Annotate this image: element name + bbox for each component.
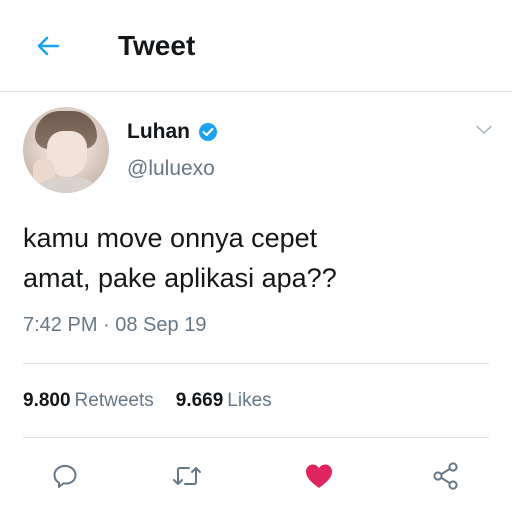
- retweets-count: 9.800: [23, 390, 71, 411]
- top-bar: Tweet: [0, 0, 512, 92]
- avatar[interactable]: [23, 107, 109, 193]
- tweet-text-line: kamu move onnya cepet: [23, 223, 318, 253]
- page-title: Tweet: [118, 30, 196, 61]
- heart-icon: [306, 464, 332, 488]
- tweet-timestamp: 7:42 PM · 08 Sep 19: [23, 314, 207, 336]
- tweet-text: kamu move onnya cepet amat, pake aplikas…: [23, 218, 493, 298]
- author-handle[interactable]: @luluexo: [127, 157, 215, 181]
- reply-icon: [53, 465, 77, 488]
- verified-badge-icon: [198, 122, 218, 142]
- retweets-label: Retweets: [74, 390, 154, 411]
- back-button[interactable]: [30, 28, 66, 64]
- retweet-button[interactable]: [167, 456, 207, 496]
- retweet-icon: [173, 467, 201, 485]
- divider: [23, 437, 489, 438]
- tweet-actions: [0, 456, 512, 496]
- arrow-left-icon: [37, 36, 60, 56]
- tweet-text-line: amat, pake aplikasi apa??: [23, 263, 337, 293]
- chevron-down-icon: [476, 125, 492, 134]
- likes-stat[interactable]: 9.669 Likes: [176, 390, 272, 412]
- retweets-stat[interactable]: 9.800 Retweets: [23, 390, 154, 412]
- share-icon: [433, 462, 458, 490]
- likes-label: Likes: [227, 390, 272, 411]
- divider: [23, 363, 489, 364]
- author-name-row: Luhan: [127, 120, 218, 144]
- author-name[interactable]: Luhan: [127, 120, 190, 144]
- tweet-stats: 9.800 Retweets 9.669 Likes: [23, 390, 272, 412]
- tweet-menu-button[interactable]: [472, 120, 496, 140]
- likes-count: 9.669: [175, 390, 224, 411]
- share-button[interactable]: [426, 456, 466, 496]
- like-button[interactable]: [299, 456, 339, 496]
- reply-button[interactable]: [45, 456, 85, 496]
